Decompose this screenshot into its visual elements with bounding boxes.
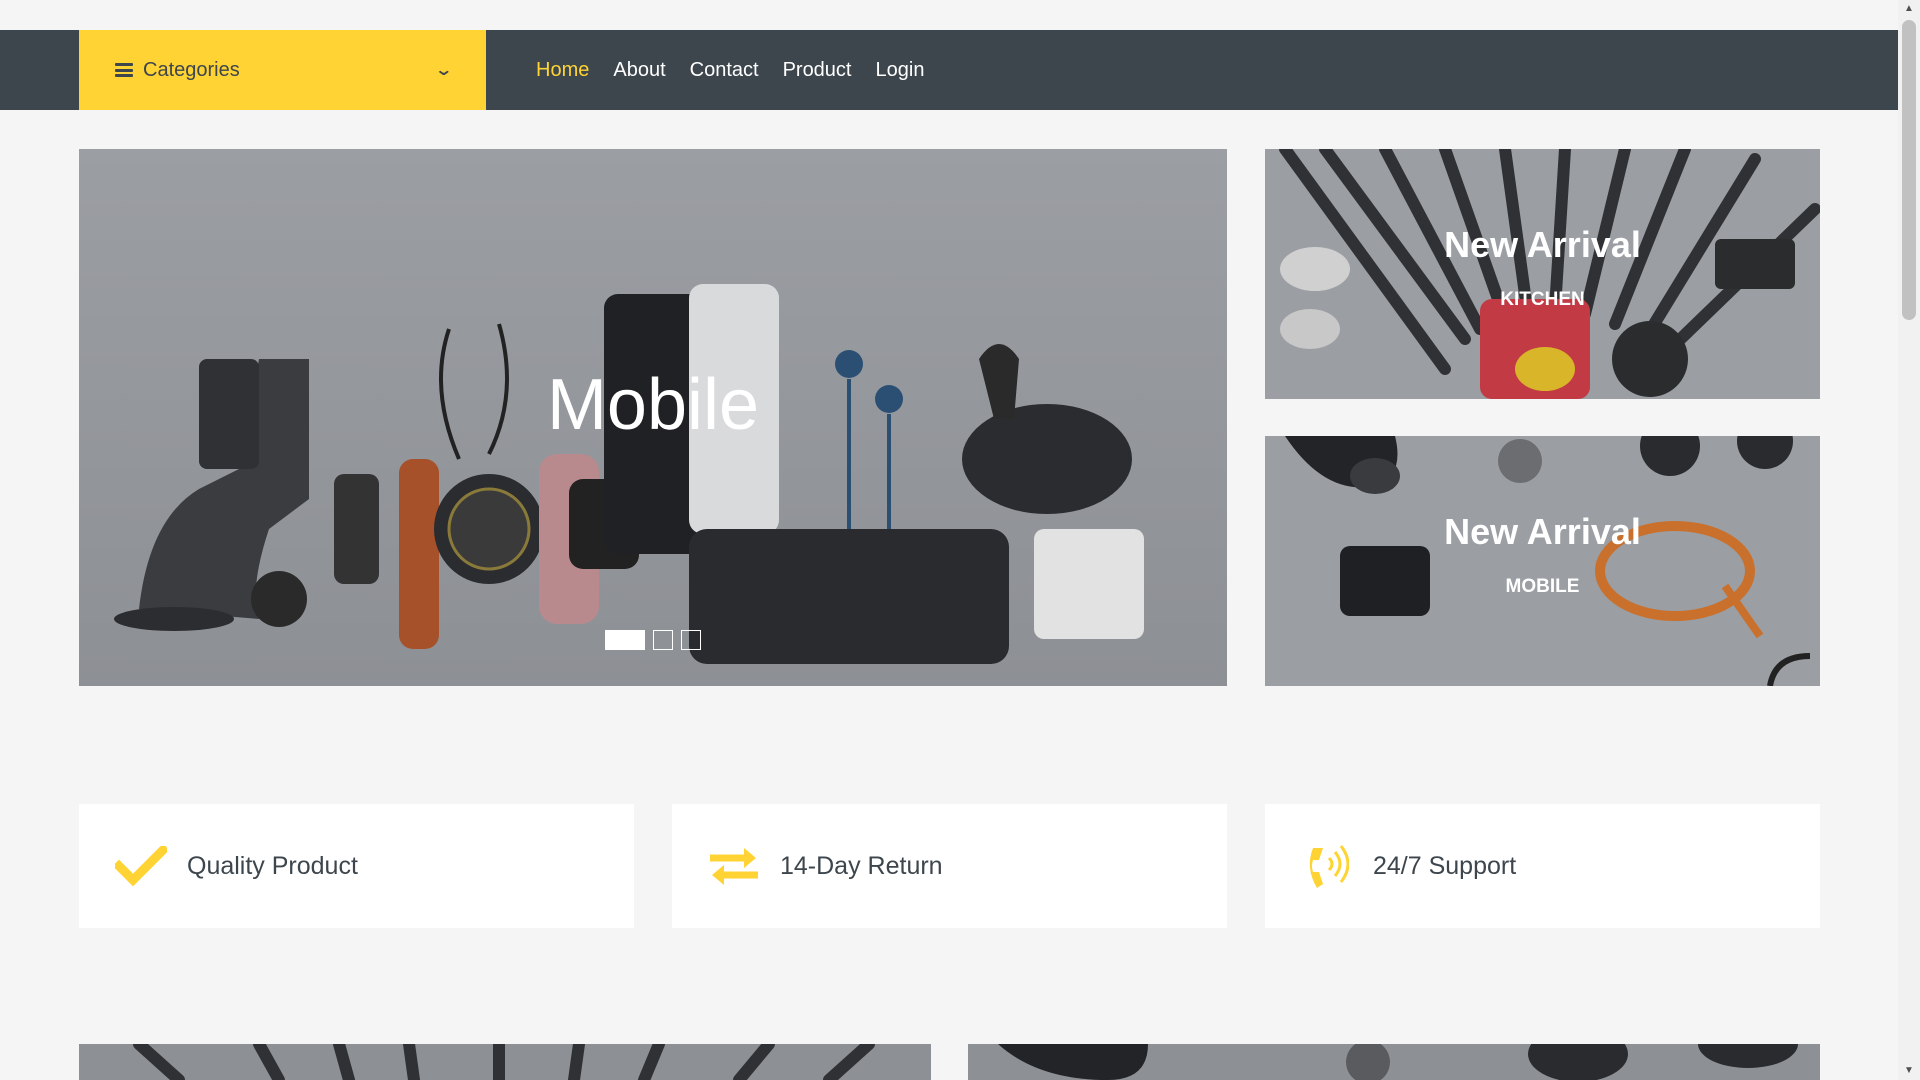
- scroll-down-icon[interactable]: ▼: [1898, 1062, 1920, 1080]
- feature-label: 24/7 Support: [1373, 851, 1517, 880]
- hero-carousel[interactable]: Mobile: [79, 149, 1227, 686]
- nav-link-home[interactable]: Home: [536, 59, 589, 82]
- scrollbar-thumb[interactable]: [1902, 20, 1916, 320]
- promo-mobile[interactable]: New Arrival MOBILE: [1265, 436, 1820, 686]
- carousel-indicators: [605, 630, 701, 650]
- browser-top-strip: [0, 0, 1898, 30]
- promo-mobile-subtitle: MOBILE: [1505, 576, 1580, 597]
- kitchen-utensils-image: [1279, 149, 1820, 399]
- nav-links: Home About Contact Product Login: [536, 30, 924, 110]
- phone-volume-icon: [1301, 840, 1353, 892]
- carousel-indicator-2[interactable]: [653, 630, 673, 650]
- feature-label: 14-Day Return: [780, 851, 943, 880]
- chevron-down-icon: ⌄: [433, 62, 453, 79]
- nav-link-about[interactable]: About: [613, 59, 665, 82]
- kitchen-utensils-image: [133, 1044, 875, 1080]
- promo-kitchen[interactable]: New Arrival KITCHEN: [1265, 149, 1820, 399]
- feature-14-day-return: 14-Day Return: [672, 804, 1227, 928]
- bottom-banner-kitchen[interactable]: [79, 1044, 931, 1080]
- nav-link-contact[interactable]: Contact: [690, 59, 759, 82]
- check-icon: [115, 840, 167, 892]
- feature-label: Quality Product: [187, 851, 358, 880]
- promo-kitchen-title: New Arrival: [1444, 224, 1641, 265]
- exchange-icon: [708, 840, 760, 892]
- page-scrollbar[interactable]: ▲ ▼: [1898, 0, 1920, 1080]
- feature-quality-product: Quality Product: [79, 804, 634, 928]
- promo-mobile-title: New Arrival: [1444, 511, 1641, 552]
- scroll-up-icon[interactable]: ▲: [1898, 0, 1920, 18]
- bars-icon: [115, 63, 133, 77]
- bottom-banner-mobile[interactable]: [968, 1044, 1820, 1080]
- hero-title: Mobile: [546, 365, 760, 445]
- categories-button[interactable]: Categories ⌄: [79, 30, 486, 110]
- carousel-indicator-1[interactable]: [605, 630, 645, 650]
- nav-link-product[interactable]: Product: [783, 59, 852, 82]
- categories-label: Categories: [143, 58, 240, 81]
- mobile-accessories-image: [998, 1044, 1798, 1080]
- promo-kitchen-subtitle: KITCHEN: [1500, 289, 1585, 310]
- feature-24-7-support: 24/7 Support: [1265, 804, 1820, 928]
- mobile-accessories-image: [1285, 436, 1811, 686]
- carousel-indicator-3[interactable]: [681, 630, 701, 650]
- nav-link-login[interactable]: Login: [876, 59, 925, 82]
